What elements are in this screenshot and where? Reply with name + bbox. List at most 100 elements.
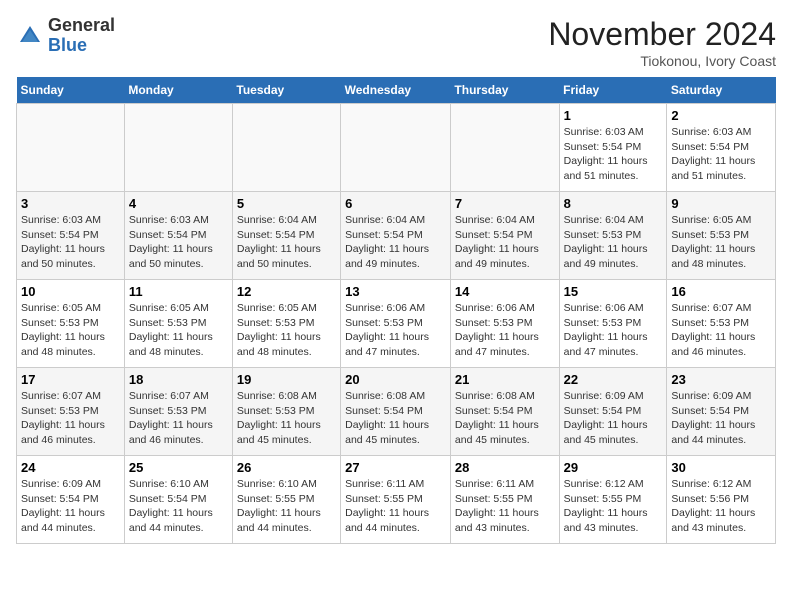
day-number: 27: [345, 460, 446, 475]
day-number: 8: [564, 196, 663, 211]
day-number: 22: [564, 372, 663, 387]
day-info: Sunrise: 6:10 AM Sunset: 5:55 PM Dayligh…: [237, 477, 336, 536]
calendar-cell: 16 Sunrise: 6:07 AM Sunset: 5:53 PM Dayli…: [667, 280, 776, 368]
day-number: 24: [21, 460, 120, 475]
calendar-cell: 30 Sunrise: 6:12 AM Sunset: 5:56 PM Dayli…: [667, 456, 776, 544]
calendar-cell: 28Sunrise: 6:11 AM Sunset: 5:55 PM Dayli…: [450, 456, 559, 544]
calendar-cell: 1 Sunrise: 6:03 AM Sunset: 5:54 PM Daylig…: [559, 104, 667, 192]
calendar-cell: 13 Sunrise: 6:06 AM Sunset: 5:53 PM Dayli…: [341, 280, 451, 368]
day-info: Sunrise: 6:08 AM Sunset: 5:53 PM Dayligh…: [237, 389, 336, 448]
day-info: Sunrise: 6:09 AM Sunset: 5:54 PM Dayligh…: [21, 477, 120, 536]
day-number: 12: [237, 284, 336, 299]
calendar-cell: 9Sunrise: 6:05 AM Sunset: 5:53 PM Daylig…: [667, 192, 776, 280]
calendar-cell: [124, 104, 232, 192]
weekday-header-wednesday: Wednesday: [341, 77, 451, 104]
calendar-cell: [341, 104, 451, 192]
title-block: November 2024 Tiokonou, Ivory Coast: [548, 16, 776, 69]
day-info: Sunrise: 6:04 AM Sunset: 5:54 PM Dayligh…: [455, 213, 555, 272]
location: Tiokonou, Ivory Coast: [548, 53, 776, 69]
day-number: 3: [21, 196, 120, 211]
calendar-cell: 10 Sunrise: 6:05 AM Sunset: 5:53 PM Dayli…: [17, 280, 125, 368]
calendar-cell: 18Sunrise: 6:07 AM Sunset: 5:53 PM Dayli…: [124, 368, 232, 456]
day-number: 17: [21, 372, 120, 387]
week-row-4: 24 Sunrise: 6:09 AM Sunset: 5:54 PM Dayli…: [17, 456, 776, 544]
day-number: 20: [345, 372, 446, 387]
day-info: Sunrise: 6:08 AM Sunset: 5:54 PM Dayligh…: [455, 389, 555, 448]
day-number: 1: [564, 108, 663, 123]
calendar-cell: 7 Sunrise: 6:04 AM Sunset: 5:54 PM Daylig…: [450, 192, 559, 280]
calendar-cell: 23 Sunrise: 6:09 AM Sunset: 5:54 PM Dayli…: [667, 368, 776, 456]
weekday-header-saturday: Saturday: [667, 77, 776, 104]
calendar-cell: [232, 104, 340, 192]
day-number: 14: [455, 284, 555, 299]
day-info: Sunrise: 6:05 AM Sunset: 5:53 PM Dayligh…: [21, 301, 120, 360]
calendar-cell: 12 Sunrise: 6:05 AM Sunset: 5:53 PM Dayli…: [232, 280, 340, 368]
weekday-header-monday: Monday: [124, 77, 232, 104]
calendar-cell: 19 Sunrise: 6:08 AM Sunset: 5:53 PM Dayli…: [232, 368, 340, 456]
calendar-cell: 3Sunrise: 6:03 AM Sunset: 5:54 PM Daylig…: [17, 192, 125, 280]
day-number: 29: [564, 460, 663, 475]
weekday-header-friday: Friday: [559, 77, 667, 104]
logo-blue: Blue: [48, 35, 87, 55]
calendar-cell: 17 Sunrise: 6:07 AM Sunset: 5:53 PM Dayli…: [17, 368, 125, 456]
calendar-cell: 27Sunrise: 6:11 AM Sunset: 5:55 PM Dayli…: [341, 456, 451, 544]
logo-general: General: [48, 15, 115, 35]
day-number: 4: [129, 196, 228, 211]
day-number: 15: [564, 284, 663, 299]
day-number: 6: [345, 196, 446, 211]
day-info: Sunrise: 6:04 AM Sunset: 5:54 PM Dayligh…: [237, 213, 336, 272]
day-info: Sunrise: 6:06 AM Sunset: 5:53 PM Dayligh…: [345, 301, 446, 360]
day-number: 13: [345, 284, 446, 299]
calendar-cell: 2 Sunrise: 6:03 AM Sunset: 5:54 PM Daylig…: [667, 104, 776, 192]
day-info: Sunrise: 6:06 AM Sunset: 5:53 PM Dayligh…: [455, 301, 555, 360]
day-number: 23: [671, 372, 771, 387]
day-info: Sunrise: 6:03 AM Sunset: 5:54 PM Dayligh…: [129, 213, 228, 272]
weekday-header-tuesday: Tuesday: [232, 77, 340, 104]
day-number: 10: [21, 284, 120, 299]
week-row-1: 3 Sunrise: 6:03 AM Sunset: 5:54 PM Daylig…: [17, 192, 776, 280]
day-number: 9: [671, 196, 771, 211]
day-info: Sunrise: 6:09 AM Sunset: 5:54 PM Dayligh…: [671, 389, 771, 448]
calendar-cell: 20 Sunrise: 6:08 AM Sunset: 5:54 PM Dayli…: [341, 368, 451, 456]
weekday-header-thursday: Thursday: [450, 77, 559, 104]
logo-icon: [16, 22, 44, 50]
day-info: Sunrise: 6:09 AM Sunset: 5:54 PM Dayligh…: [564, 389, 663, 448]
calendar-cell: 5 Sunrise: 6:04 AM Sunset: 5:54 PM Daylig…: [232, 192, 340, 280]
day-info: Sunrise: 6:06 AM Sunset: 5:53 PM Dayligh…: [564, 301, 663, 360]
calendar-cell: 21Sunrise: 6:08 AM Sunset: 5:54 PM Dayli…: [450, 368, 559, 456]
day-info: Sunrise: 6:07 AM Sunset: 5:53 PM Dayligh…: [21, 389, 120, 448]
day-info: Sunrise: 6:05 AM Sunset: 5:53 PM Dayligh…: [237, 301, 336, 360]
day-number: 30: [671, 460, 771, 475]
calendar: SundayMondayTuesdayWednesdayThursdayFrid…: [16, 77, 776, 544]
day-info: Sunrise: 6:12 AM Sunset: 5:56 PM Dayligh…: [671, 477, 771, 536]
weekday-header-row: SundayMondayTuesdayWednesdayThursdayFrid…: [17, 77, 776, 104]
day-number: 7: [455, 196, 555, 211]
day-number: 5: [237, 196, 336, 211]
day-info: Sunrise: 6:03 AM Sunset: 5:54 PM Dayligh…: [564, 125, 663, 184]
calendar-cell: 6 Sunrise: 6:04 AM Sunset: 5:54 PM Daylig…: [341, 192, 451, 280]
day-number: 18: [129, 372, 228, 387]
calendar-cell: [450, 104, 559, 192]
calendar-cell: [17, 104, 125, 192]
day-number: 26: [237, 460, 336, 475]
day-info: Sunrise: 6:04 AM Sunset: 5:54 PM Dayligh…: [345, 213, 446, 272]
calendar-cell: 25Sunrise: 6:10 AM Sunset: 5:54 PM Dayli…: [124, 456, 232, 544]
day-number: 19: [237, 372, 336, 387]
day-number: 2: [671, 108, 771, 123]
day-number: 11: [129, 284, 228, 299]
day-info: Sunrise: 6:03 AM Sunset: 5:54 PM Dayligh…: [671, 125, 771, 184]
day-info: Sunrise: 6:12 AM Sunset: 5:55 PM Dayligh…: [564, 477, 663, 536]
calendar-cell: 14 Sunrise: 6:06 AM Sunset: 5:53 PM Dayli…: [450, 280, 559, 368]
day-info: Sunrise: 6:10 AM Sunset: 5:54 PM Dayligh…: [129, 477, 228, 536]
calendar-cell: 15 Sunrise: 6:06 AM Sunset: 5:53 PM Dayli…: [559, 280, 667, 368]
weekday-header-sunday: Sunday: [17, 77, 125, 104]
day-info: Sunrise: 6:04 AM Sunset: 5:53 PM Dayligh…: [564, 213, 663, 272]
logo: General Blue: [16, 16, 115, 56]
week-row-2: 10 Sunrise: 6:05 AM Sunset: 5:53 PM Dayli…: [17, 280, 776, 368]
month-title: November 2024: [548, 16, 776, 53]
day-info: Sunrise: 6:07 AM Sunset: 5:53 PM Dayligh…: [671, 301, 771, 360]
calendar-cell: 26 Sunrise: 6:10 AM Sunset: 5:55 PM Dayli…: [232, 456, 340, 544]
calendar-cell: 8 Sunrise: 6:04 AM Sunset: 5:53 PM Daylig…: [559, 192, 667, 280]
day-info: Sunrise: 6:08 AM Sunset: 5:54 PM Dayligh…: [345, 389, 446, 448]
day-number: 16: [671, 284, 771, 299]
